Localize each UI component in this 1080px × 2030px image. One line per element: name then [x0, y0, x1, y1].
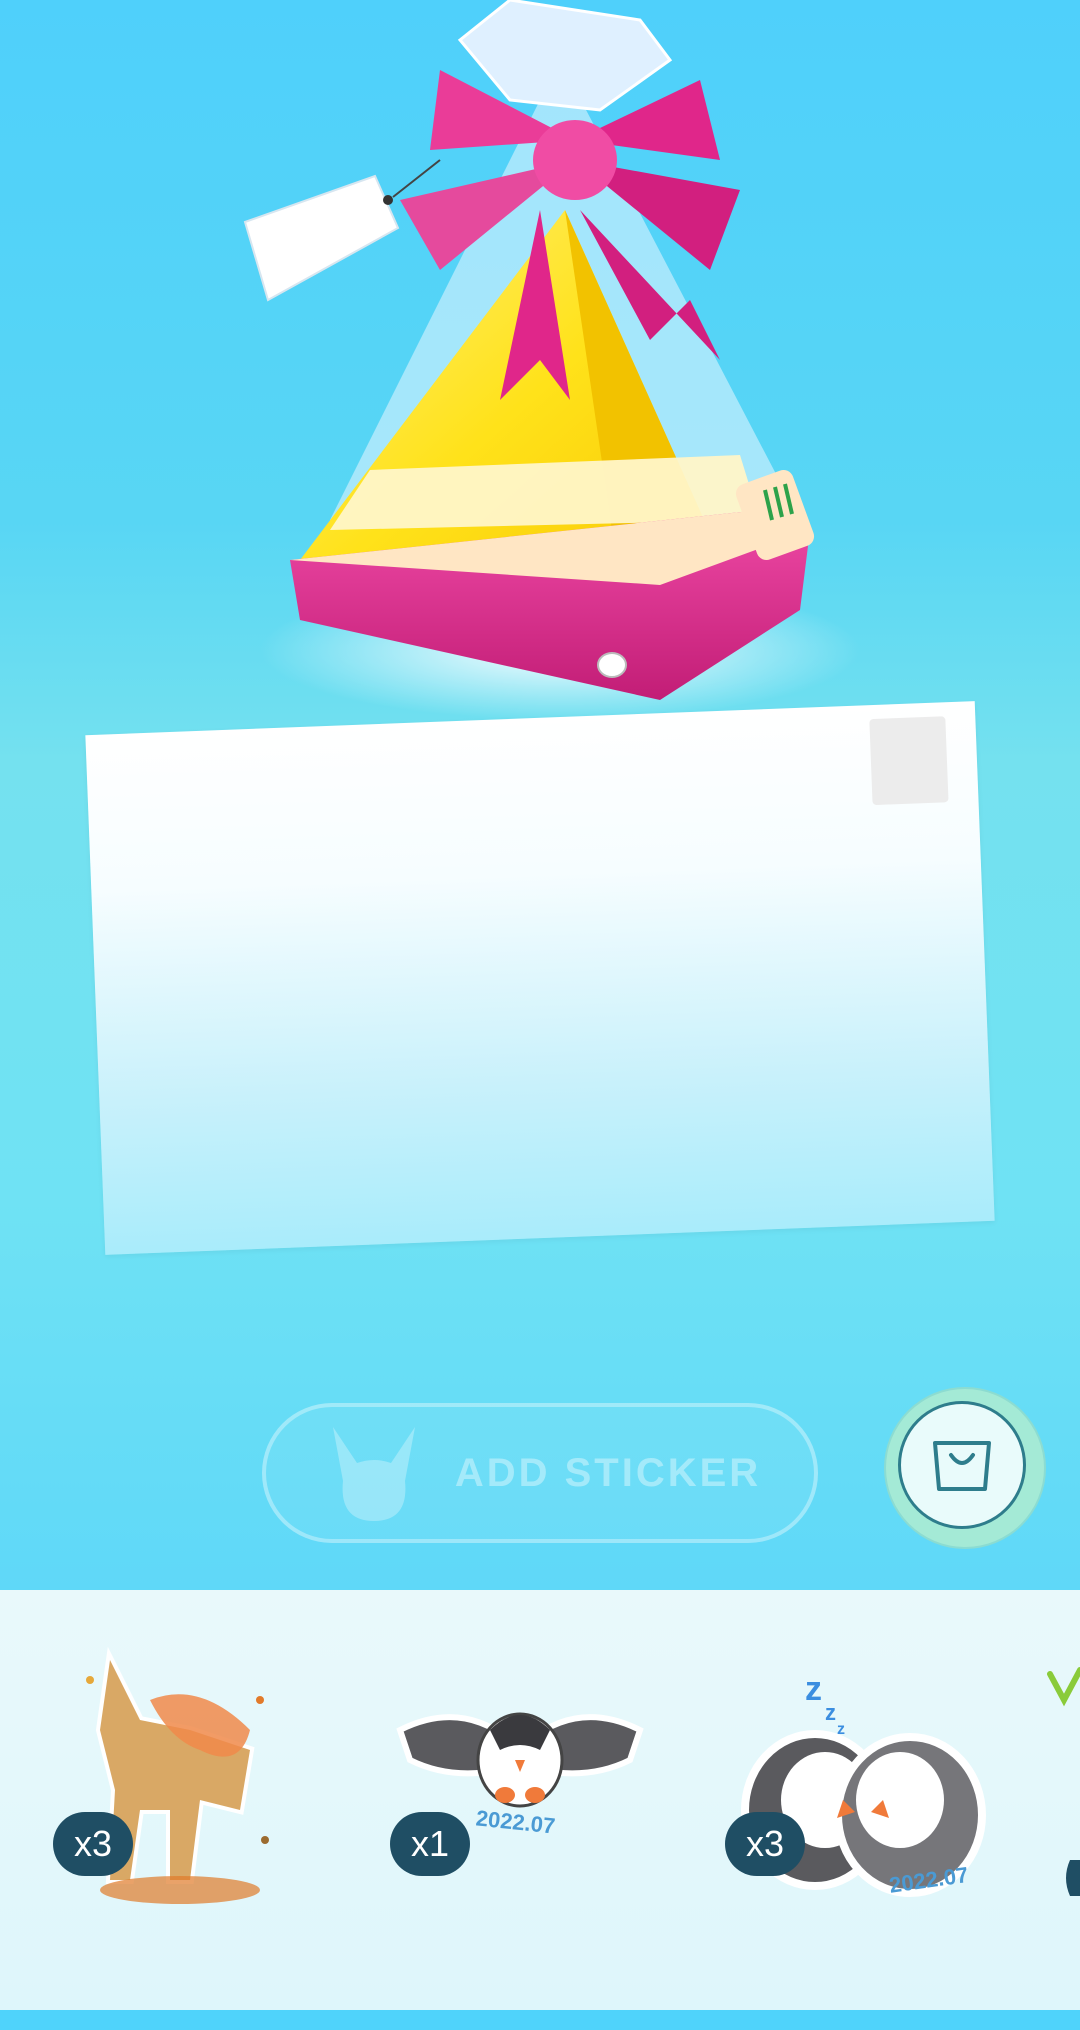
- sticker-count-badge: x3: [53, 1812, 133, 1876]
- sticker-date-label: 2022.07: [475, 1805, 557, 1838]
- add-sticker-button[interactable]: ADD STICKER: [262, 1403, 818, 1543]
- sticker-count-badge: x1: [390, 1812, 470, 1876]
- postcard: [85, 701, 995, 1255]
- add-sticker-label: ADD STICKER: [454, 1450, 762, 1495]
- shop-button-inner: [898, 1401, 1026, 1529]
- bottom-edge-bar: [0, 2010, 1080, 2030]
- sticker-count-badge: x3: [725, 1812, 805, 1876]
- sticker-item[interactable]: z z z 2022.07 x3: [725, 1590, 995, 2010]
- sticker-item[interactable]: 2022.07 x1: [390, 1590, 650, 2010]
- stamp-placeholder: [869, 716, 949, 806]
- sticker-item-partial[interactable]: [1040, 1590, 1080, 2010]
- partial-sticker-image: [1047, 1667, 1080, 1896]
- sticker-item[interactable]: x3: [50, 1590, 280, 2010]
- svg-text:z: z: [805, 1670, 822, 1708]
- pikachu-silhouette-icon: [332, 1427, 415, 1521]
- gift-illustration: [243, 0, 860, 720]
- svg-text:z: z: [825, 1700, 836, 1725]
- shopping-bag-icon: [933, 1441, 991, 1491]
- sticker-tray[interactable]: x3 2022.07 x1 z z z 2022.07 x3: [0, 1590, 1080, 2010]
- sticker-shop-button[interactable]: [886, 1389, 1044, 1547]
